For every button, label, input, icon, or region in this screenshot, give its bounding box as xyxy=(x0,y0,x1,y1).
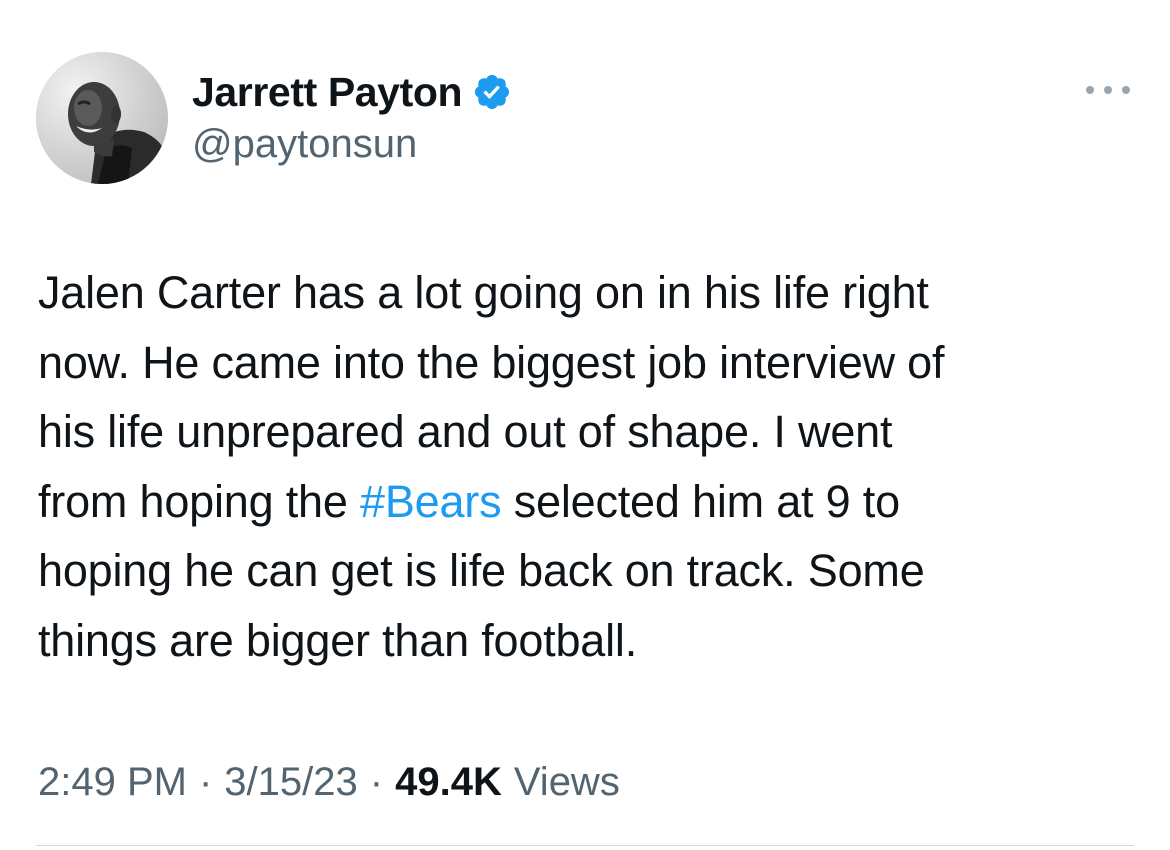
meta-separator: · xyxy=(369,759,384,804)
verified-badge-icon[interactable] xyxy=(472,72,512,112)
tweet-line: hoping he can get is life back on track.… xyxy=(38,545,925,596)
tweet-meta: 2:49 PM · 3/15/23 · 49.4K Views xyxy=(38,752,620,812)
more-dot xyxy=(1086,86,1094,94)
more-options-icon[interactable] xyxy=(1080,74,1136,106)
tweet-line: now. He came into the biggest job interv… xyxy=(38,336,945,388)
hashtag-link[interactable]: #Bears xyxy=(360,476,502,527)
tweet-line: his life unprepared and out of shape. I … xyxy=(38,406,893,457)
name-row: Jarrett Payton xyxy=(192,66,512,118)
tweet-date[interactable]: 3/15/23 xyxy=(224,760,357,805)
tweet-line: things are bigger than football. xyxy=(38,614,638,666)
avatar[interactable] xyxy=(36,52,168,184)
divider xyxy=(36,845,1134,846)
views-count[interactable]: 49.4K xyxy=(395,760,502,805)
tweet-text-fragment: selected him at 9 to xyxy=(501,475,900,527)
tweet-time[interactable]: 2:49 PM xyxy=(38,760,187,805)
tweet-line: from hoping the #Bears selected him at 9… xyxy=(38,467,1138,537)
author-block: Jarrett Payton @paytonsun xyxy=(192,66,512,167)
tweet-text-fragment: from hoping the xyxy=(38,475,360,527)
views-label: Views xyxy=(513,759,620,804)
tweet-header: Jarrett Payton @paytonsun xyxy=(36,50,1136,190)
tweet-text: Jalen Carter has a lot going on in his l… xyxy=(38,258,1138,675)
more-dot xyxy=(1104,86,1112,94)
display-name[interactable]: Jarrett Payton xyxy=(192,69,463,116)
avatar-photo xyxy=(36,52,168,184)
user-handle[interactable]: @paytonsun xyxy=(192,122,512,167)
meta-separator: · xyxy=(198,759,213,804)
tweet-line: Jalen Carter has a lot going on in his l… xyxy=(38,267,929,318)
more-dot xyxy=(1122,86,1130,94)
